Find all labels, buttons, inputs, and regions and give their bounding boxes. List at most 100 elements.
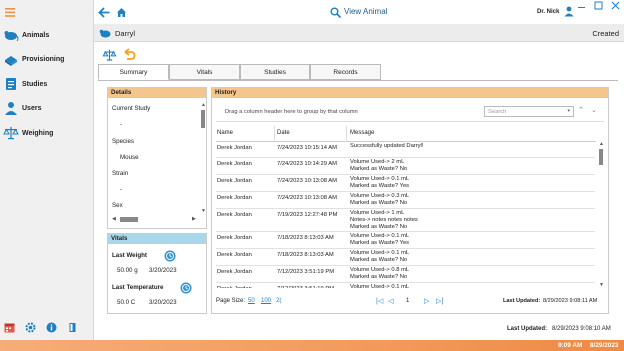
cell-message-line: Marked as Waste? No	[350, 274, 408, 280]
users-icon	[3, 100, 19, 116]
pager: Page Size: 50 100 2( |◁ ◁ 1 ▷ ▷| Last Up…	[216, 296, 606, 308]
field-value-species: Mouse	[120, 154, 139, 161]
cell-name: Derek Jordan	[217, 195, 252, 201]
history-icon[interactable]	[164, 250, 176, 262]
search-placeholder: Search	[488, 109, 507, 115]
table-row[interactable]: Derek Jordan 7/18/2023 8:13:03 AM Volume U…	[216, 249, 595, 266]
history-header: History	[212, 88, 608, 98]
details-hscrollbar[interactable]: ◀ ▶	[112, 216, 198, 223]
last-weight-date: 3/20/2023	[149, 267, 177, 274]
footer-last-updated-label: Last Updated:	[507, 326, 548, 332]
cell-name: Derek Jordan	[217, 269, 252, 275]
field-value-strain: -	[120, 186, 123, 193]
history-icon[interactable]	[180, 282, 192, 294]
table-row[interactable]: Derek Jordan 7/19/2023 12:27:48 PM Volume …	[216, 209, 595, 232]
scale-icon[interactable]	[102, 48, 117, 62]
chevron-down-icon[interactable]: ▾	[567, 108, 570, 114]
cell-date: 7/12/2023 3:51:19 PM	[277, 269, 335, 275]
tab-vitals[interactable]: Vitals	[169, 64, 240, 80]
grid-body: Derek Jordan 7/24/2023 10:15:14 AM Success…	[216, 142, 596, 288]
sidebar-item-label: Provisioning	[22, 55, 65, 63]
table-row[interactable]: Derek Jordan 7/24/2023 10:15:14 AM Success…	[216, 142, 595, 158]
table-row[interactable]: Derek Jordan7/12/2023 3:51:19 PMVolume U…	[216, 266, 595, 283]
table-row[interactable]: Derek Jordan 7/24/2023 10:13:08 AM Volume …	[216, 175, 595, 192]
animals-icon	[3, 27, 19, 43]
studies-icon	[3, 76, 19, 92]
back-arrow-icon[interactable]	[98, 7, 110, 18]
page-size-100[interactable]: 100	[261, 298, 271, 304]
animal-icon	[99, 27, 112, 39]
page-size-200[interactable]: 2(	[276, 298, 281, 304]
column-header-message[interactable]: Message	[350, 130, 374, 136]
calendar-icon[interactable]	[4, 322, 15, 333]
current-page[interactable]: 1	[406, 298, 409, 304]
clock-time: 9:09 AM	[558, 342, 583, 349]
cell-message-line: Marked as Waste? No	[350, 200, 408, 206]
cell-name: Derek Jordan	[217, 235, 252, 241]
chevron-up-icon[interactable]: ⌃	[578, 106, 584, 114]
document-icon[interactable]	[67, 322, 78, 333]
tab-studies[interactable]: Studies	[240, 64, 310, 80]
user-avatar-icon[interactable]	[564, 6, 574, 17]
grid-scrollbar[interactable]: ▲ ▼	[598, 141, 604, 290]
sidebar-item-label: Users	[22, 104, 42, 112]
sidebar-item-weighing[interactable]: Weighing	[0, 123, 94, 143]
table-row[interactable]: Derek Jordan 7/24/2023 10:14:29 AM Volume …	[216, 158, 595, 175]
sidebar-item-label: Weighing	[22, 129, 54, 137]
undo-icon[interactable]	[122, 47, 136, 61]
status-text: Created	[592, 29, 619, 38]
last-page-icon[interactable]: ▷|	[436, 297, 443, 305]
prev-page-icon[interactable]: ◁	[388, 297, 393, 305]
animal-header: Darryl Created	[94, 24, 624, 42]
search-icon	[330, 7, 341, 18]
table-row[interactable]: Derek Jordan 7/18/2023 8:13:03 AM Volume U…	[216, 232, 595, 249]
group-panel[interactable]: Drag a column header here to group by th…	[216, 104, 604, 122]
field-label-strain: Strain	[112, 170, 129, 177]
cell-date: 7/24/2023 10:13:08 AM	[277, 178, 337, 184]
table-row[interactable]: Derek Jordan7/12/2023 3:51:19 PMVolume U…	[216, 283, 595, 288]
close-icon[interactable]	[611, 1, 620, 10]
page-title: View Animal	[344, 7, 388, 16]
minimize-icon[interactable]	[577, 1, 586, 10]
details-header: Details	[108, 88, 206, 98]
column-header-date[interactable]: Date	[277, 130, 290, 136]
cell-message-line: Marked as Waste? Yes	[350, 183, 410, 189]
cell-message-line: Marked as Waste? No	[350, 166, 408, 172]
sidebar-item-provisioning[interactable]: Provisioning	[0, 49, 94, 69]
maximize-icon[interactable]	[594, 1, 603, 10]
cell-name: Derek Jordan	[217, 212, 252, 218]
taskbar: 9:09 AM 8/29/2023	[0, 340, 624, 351]
tab-summary[interactable]: Summary	[98, 64, 169, 80]
last-weight-label: Last Weight	[112, 252, 147, 259]
sidebar-item-users[interactable]: Users	[0, 98, 94, 118]
info-icon[interactable]	[46, 322, 57, 333]
vitals-panel: Vitals Last Weight 50.00 g 3/20/2023 Las…	[107, 233, 207, 314]
page-size-label: Page Size:	[216, 298, 246, 304]
hamburger-menu-icon[interactable]	[5, 8, 15, 17]
last-temperature-date: 3/20/2023	[149, 299, 177, 306]
first-page-icon[interactable]: |◁	[376, 297, 383, 305]
cell-name: Derek Jordan	[217, 161, 252, 167]
table-row[interactable]: Derek Jordan 7/24/2023 10:13:08 AM Volume …	[216, 192, 595, 209]
sidebar-item-studies[interactable]: Studies	[0, 74, 94, 94]
last-weight-value: 50.00 g	[117, 267, 138, 274]
page-size-50[interactable]: 50	[248, 298, 255, 304]
tab-records[interactable]: Records	[310, 64, 381, 80]
home-icon[interactable]	[116, 7, 127, 18]
cell-name: Derek Jordan	[217, 286, 252, 288]
cell-message-line: Volume Used-> 0.1 mL	[350, 284, 410, 288]
cell-date: 7/19/2023 12:27:48 PM	[277, 212, 338, 218]
chevron-down-icon[interactable]: ⌄	[591, 106, 597, 114]
title-bar: View Animal Dr. Nick	[94, 0, 624, 24]
details-scrollbar[interactable]: ▲ ▼	[200, 102, 206, 214]
cell-date: 7/24/2023 10:13:08 AM	[277, 195, 337, 201]
gear-icon[interactable]	[25, 322, 36, 333]
next-page-icon[interactable]: ▷	[424, 297, 429, 305]
cell-message-line: Marked as Waste? No	[350, 224, 408, 230]
sidebar-item-animals[interactable]: Animals	[0, 25, 94, 45]
column-header-name[interactable]: Name	[217, 130, 233, 136]
history-panel: History Drag a column header here to gro…	[211, 87, 609, 314]
current-user-name: Dr. Nick	[537, 9, 560, 15]
cell-message-line: Marked as Waste? Yes	[350, 240, 410, 246]
search-input[interactable]: Search ▾	[484, 106, 574, 117]
